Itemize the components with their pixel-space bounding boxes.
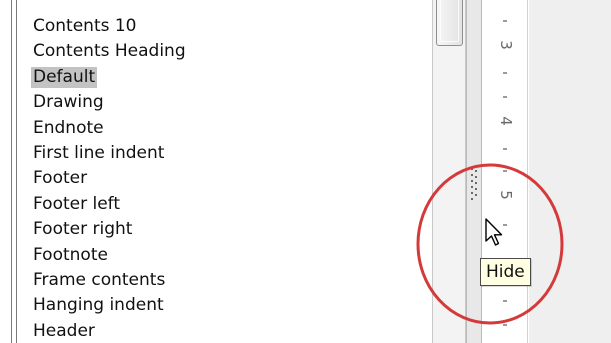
ruler-tick	[503, 20, 507, 22]
style-item-label: Header	[33, 320, 95, 341]
sidebar-hide-splitter[interactable]	[466, 0, 482, 343]
arrow-pointer-icon	[485, 218, 503, 246]
ruler-tick	[503, 72, 507, 74]
panel-border-line	[16, 0, 17, 343]
style-list-item[interactable]: Footer	[31, 166, 411, 191]
style-list-item[interactable]: Contents Heading	[31, 39, 411, 64]
ruler-label: 5	[497, 190, 515, 200]
style-item-label: Frame contents	[33, 269, 166, 290]
vertical-ruler: 3 4 5	[482, 0, 528, 343]
splitter-grip-icon	[471, 168, 478, 202]
style-list-item[interactable]: First line indent	[31, 141, 411, 166]
ruler-label: 4	[497, 116, 515, 126]
styles-sidebar-screenshot: Contents 10 Contents Heading Default Dra…	[0, 0, 611, 343]
style-list-item[interactable]: Footnote	[31, 243, 411, 268]
style-item-label: Footer	[33, 168, 88, 189]
style-list-item-selected[interactable]: Default	[31, 65, 411, 90]
scrollbar-thumb[interactable]	[436, 0, 463, 46]
ruler-tick	[503, 96, 507, 98]
style-list-item[interactable]: Footer left	[31, 192, 411, 217]
style-item-label: Contents Heading	[33, 41, 186, 62]
ruler-label: 3	[497, 40, 515, 50]
style-item-label: Default	[31, 66, 98, 88]
style-list-item[interactable]: Contents 10	[31, 14, 411, 39]
style-item-label: Drawing	[33, 92, 104, 113]
style-list-item[interactable]: Drawing	[31, 90, 411, 115]
hide-tooltip: Hide	[480, 258, 531, 286]
document-page-background	[529, 0, 611, 343]
vertical-scrollbar[interactable]	[432, 0, 466, 343]
ruler-tick	[503, 170, 507, 172]
ruler-tick	[503, 324, 507, 326]
style-list-item[interactable]: Endnote	[31, 116, 411, 141]
style-item-label: Endnote	[33, 117, 104, 138]
panel-border-line	[11, 0, 12, 343]
style-item-label: Footnote	[33, 244, 108, 265]
style-list: Contents 10 Contents Heading Default Dra…	[31, 14, 411, 343]
ruler-tick	[503, 148, 507, 150]
style-list-item[interactable]: Hanging indent	[31, 293, 411, 318]
style-item-label: Contents 10	[33, 16, 137, 36]
ruler-tick	[503, 300, 507, 302]
style-list-item[interactable]: Footer right	[31, 217, 411, 242]
style-item-label: First line indent	[33, 142, 165, 163]
style-item-label: Footer left	[33, 193, 121, 214]
style-list-item[interactable]: Frame contents	[31, 268, 411, 293]
style-item-label: Footer right	[33, 219, 133, 240]
style-list-item[interactable]: Header	[31, 319, 411, 343]
style-item-label: Hanging indent	[33, 295, 164, 316]
